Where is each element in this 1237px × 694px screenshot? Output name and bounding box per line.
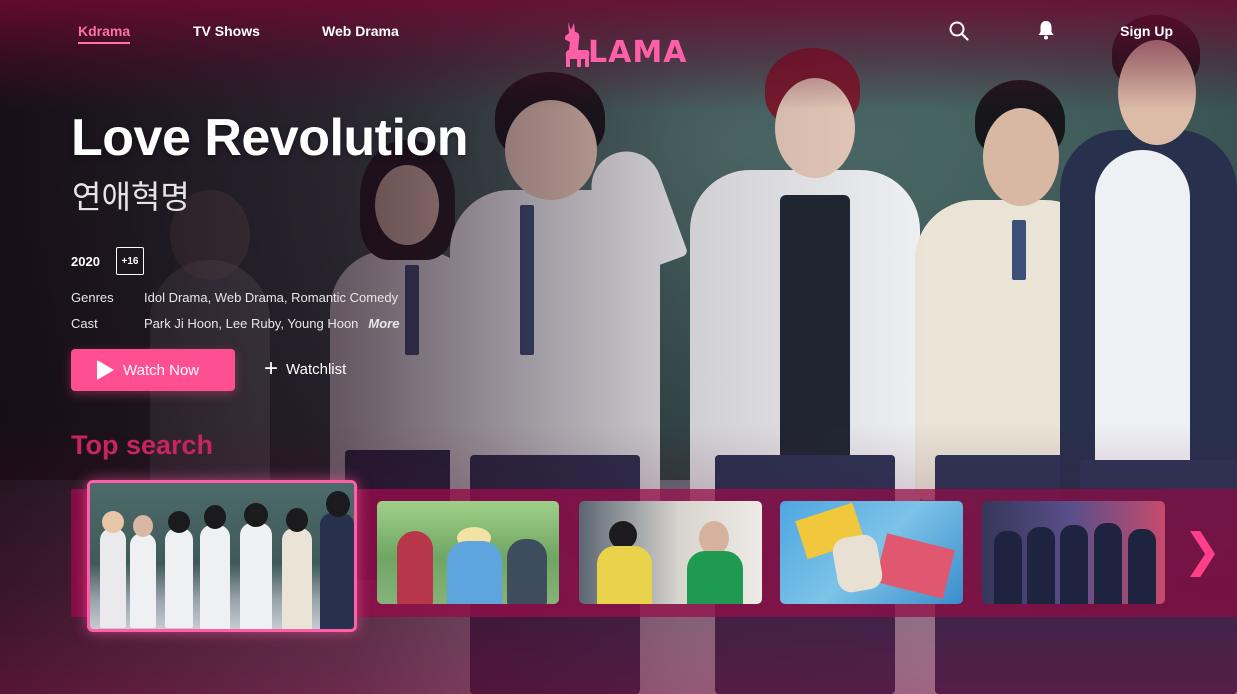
- carousel-item-featured[interactable]: [87, 480, 357, 632]
- show-korean-title: 연애혁명: [72, 178, 190, 216]
- bell-icon[interactable]: [1037, 20, 1055, 45]
- cast-label: Cast: [71, 316, 98, 331]
- watch-now-button[interactable]: Watch Now: [71, 349, 235, 391]
- carousel-item-4[interactable]: [780, 501, 963, 604]
- top-search-title: Top search: [71, 430, 214, 460]
- watch-now-label: Watch Now: [123, 361, 200, 379]
- nav-link-web-drama[interactable]: Web Drama: [322, 23, 399, 39]
- play-icon: [97, 360, 114, 380]
- brand-logo[interactable]: LAMA: [560, 18, 687, 68]
- llama-logo-icon: [564, 22, 590, 67]
- genres-value: Idol Drama, Web Drama, Romantic Comedy: [144, 290, 399, 305]
- age-rating-badge: +16: [116, 247, 144, 275]
- sign-up-button[interactable]: Sign Up: [1120, 23, 1173, 39]
- watchlist-button[interactable]: + Watchlist: [264, 355, 347, 382]
- genres-label: Genres: [71, 290, 114, 305]
- search-icon[interactable]: [949, 21, 969, 46]
- plus-icon: +: [264, 355, 279, 382]
- nav-link-tv-shows[interactable]: TV Shows: [193, 23, 260, 39]
- carousel-item-5[interactable]: [982, 501, 1165, 604]
- cast-value: Park Ji Hoon, Lee Ruby, Young Hoon: [144, 316, 359, 331]
- chevron-right-icon[interactable]: ❯: [1183, 527, 1222, 573]
- cast-row: Cast Park Ji Hoon, Lee Ruby, Young Hoon Mo…: [71, 316, 399, 331]
- watchlist-label: Watchlist: [286, 360, 347, 378]
- logo-wordmark: LAMA: [588, 35, 688, 70]
- nav-link-kdrama[interactable]: Kdrama: [78, 23, 131, 44]
- show-title: Love Revolution: [71, 109, 468, 167]
- carousel-item-2[interactable]: [377, 501, 559, 604]
- carousel-item-3[interactable]: [579, 501, 762, 604]
- release-year: 2020: [71, 254, 100, 269]
- cast-more-link[interactable]: More: [368, 316, 399, 331]
- genres-row: Genres Idol Drama, Web Drama, Romantic Co…: [71, 290, 398, 305]
